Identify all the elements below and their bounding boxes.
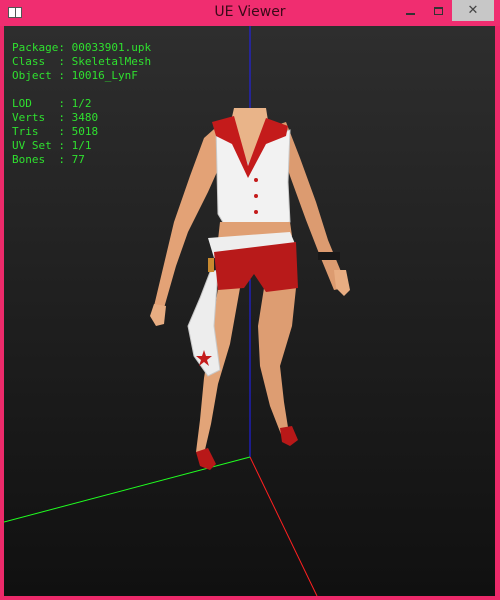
3d-viewport[interactable]: Package: 00033901.upk Class : SkeletalMe…	[4, 26, 495, 596]
class-value: SkeletalMesh	[71, 55, 152, 68]
mesh-left-shoe	[196, 448, 216, 470]
maximize-button[interactable]	[424, 0, 452, 21]
mesh-left-hand	[150, 304, 166, 326]
object-value: 10016_LynF	[71, 69, 138, 82]
bones-value: 77	[71, 153, 85, 166]
info-row-object: Object : 10016_LynF	[12, 69, 138, 82]
mesh-belt-buckle	[208, 258, 214, 272]
mesh-button-3	[254, 210, 258, 214]
mesh-right-hand	[334, 270, 350, 296]
tris-value: 5018	[71, 125, 99, 138]
ue-viewer-window: UE Viewer ✕ Package: 00033901.upk Class …	[0, 0, 500, 600]
info-row-class: Class : SkeletalMesh	[12, 55, 152, 68]
mesh-info-overlay: Package: 00033901.upk Class : SkeletalMe…	[12, 41, 151, 167]
mesh-button-1	[254, 178, 258, 182]
mesh-right-shoe	[280, 426, 298, 446]
minimize-button[interactable]	[396, 0, 424, 21]
info-row-verts: Verts : 3480	[12, 111, 99, 124]
mesh-button-2	[254, 194, 258, 198]
axis-x-line	[249, 456, 318, 596]
mesh-right-leg	[258, 288, 296, 442]
info-row-bones: Bones : 77	[12, 153, 85, 166]
lod-value: 1/2	[71, 97, 92, 110]
package-value: 00033901.upk	[71, 41, 152, 54]
info-row-lod: LOD : 1/2	[12, 97, 92, 110]
mesh-bracelet	[318, 252, 340, 260]
close-icon: ✕	[467, 3, 479, 18]
maximize-icon	[433, 6, 443, 15]
uvset-value: 1/1	[71, 139, 92, 152]
info-row-package: Package: 00033901.upk	[12, 41, 152, 54]
info-row-tris: Tris : 5018	[12, 125, 99, 138]
info-row-uvset: UV Set : 1/1	[12, 139, 92, 152]
verts-value: 3480	[71, 111, 99, 124]
close-button[interactable]: ✕	[452, 0, 494, 21]
title-bar[interactable]: UE Viewer ✕	[0, 0, 500, 26]
minimize-icon	[405, 12, 415, 15]
